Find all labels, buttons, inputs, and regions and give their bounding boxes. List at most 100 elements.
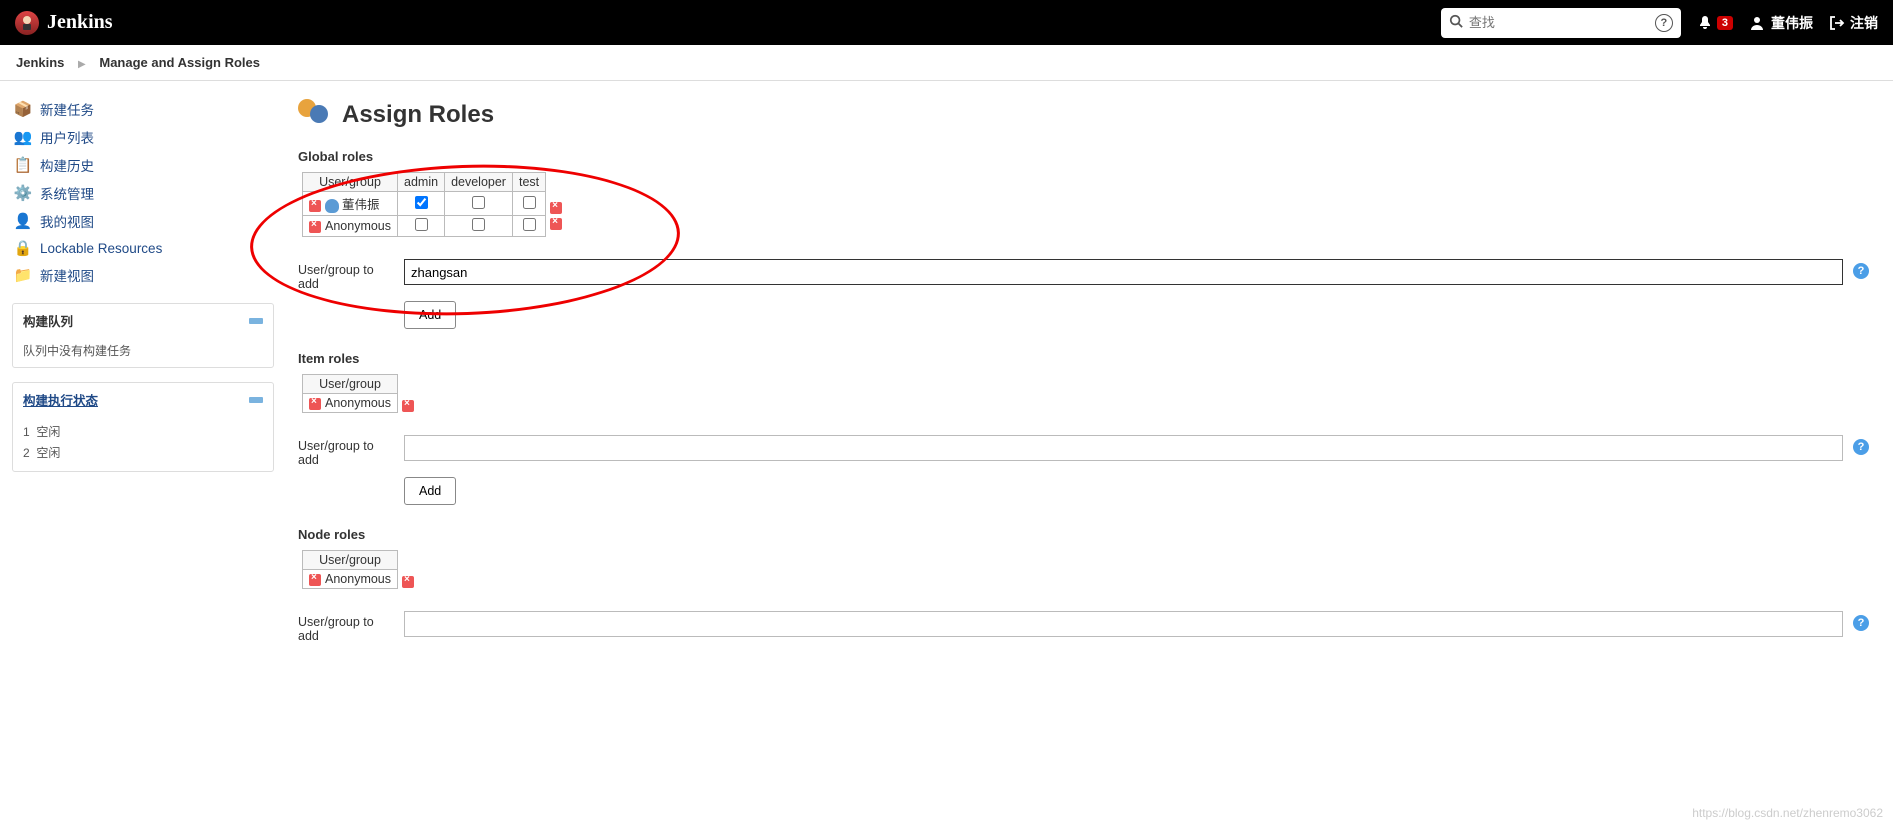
- item-add-input[interactable]: [404, 435, 1843, 461]
- build-queue-panel: 构建队列 队列中没有构建任务: [12, 303, 274, 368]
- node-roles-heading: Node roles: [298, 527, 1869, 542]
- delete-icon[interactable]: [309, 221, 321, 233]
- notifications-button[interactable]: 3: [1697, 15, 1733, 31]
- sidebar-item-label: 系统管理: [40, 183, 94, 203]
- col-usergroup: User/group: [303, 173, 398, 192]
- delete-icon[interactable]: [309, 200, 321, 212]
- add-label: User/group to add: [298, 611, 398, 643]
- node-add-input[interactable]: [404, 611, 1843, 637]
- build-queue-header[interactable]: 构建队列: [13, 304, 273, 337]
- jenkins-logo-icon: [15, 11, 39, 35]
- delete-row-icon[interactable]: [550, 202, 562, 214]
- sidebar-item-label: 构建历史: [40, 155, 94, 175]
- sidebar-item-label: 新建视图: [40, 265, 94, 285]
- delete-icon[interactable]: [309, 398, 321, 410]
- user-name: 董伟振: [342, 198, 380, 212]
- item-roles-table: User/group Anonymous: [302, 374, 398, 413]
- table-row: 董伟振: [303, 192, 546, 216]
- sidebar-item-users[interactable]: 👥 用户列表: [12, 123, 274, 151]
- user-name: Anonymous: [325, 219, 391, 233]
- collapse-icon[interactable]: [249, 397, 263, 403]
- user-icon: 👤: [14, 212, 32, 230]
- delete-row-icon[interactable]: [550, 218, 562, 230]
- logo-text: Jenkins: [47, 11, 113, 34]
- checkbox-test[interactable]: [523, 196, 536, 209]
- checkbox-developer[interactable]: [472, 196, 485, 209]
- checkbox-test[interactable]: [523, 218, 536, 231]
- delete-icon[interactable]: [309, 574, 321, 586]
- col-developer: developer: [445, 173, 513, 192]
- executor-panel: 构建执行状态 1 空闲 2 空闲: [12, 382, 274, 472]
- collapse-icon[interactable]: [249, 318, 263, 324]
- global-roles-table: User/group admin developer test 董伟振 Anon…: [302, 172, 546, 237]
- col-usergroup: User/group: [303, 375, 398, 394]
- sidebar-item-label: Lockable Resources: [40, 241, 162, 256]
- breadcrumb-manage-roles[interactable]: Manage and Assign Roles: [99, 55, 260, 70]
- logout-label: 注销: [1850, 13, 1878, 33]
- item-roles-heading: Item roles: [298, 351, 1869, 366]
- global-roles-heading: Global roles: [298, 149, 1869, 164]
- global-add-button[interactable]: Add: [404, 301, 456, 329]
- user-menu[interactable]: 董伟振: [1749, 13, 1813, 33]
- add-label: User/group to add: [298, 259, 398, 291]
- delete-row-icon[interactable]: [402, 576, 414, 588]
- people-icon: 👥: [14, 128, 32, 146]
- checkbox-admin[interactable]: [415, 218, 428, 231]
- help-icon[interactable]: ?: [1655, 14, 1673, 32]
- breadcrumb-jenkins[interactable]: Jenkins: [16, 55, 64, 70]
- table-row: Anonymous: [303, 216, 546, 237]
- sidebar-item-label: 我的视图: [40, 211, 94, 231]
- help-icon[interactable]: ?: [1853, 263, 1869, 279]
- node-roles-table: User/group Anonymous: [302, 550, 398, 589]
- search-input[interactable]: [1469, 15, 1649, 30]
- search-box[interactable]: ?: [1441, 8, 1681, 38]
- help-icon[interactable]: ?: [1853, 615, 1869, 631]
- executor-row: 2 空闲: [23, 442, 263, 463]
- folder-icon: 📁: [14, 266, 32, 284]
- item-add-button[interactable]: Add: [404, 477, 456, 505]
- logo[interactable]: Jenkins: [15, 11, 113, 35]
- table-row: Anonymous: [303, 570, 398, 589]
- node-add-row: User/group to add ?: [298, 611, 1869, 643]
- help-icon[interactable]: ?: [1853, 439, 1869, 455]
- sidebar-item-lockable[interactable]: 🔒 Lockable Resources: [12, 235, 274, 261]
- item-add-row: User/group to add ?: [298, 435, 1869, 467]
- sidebar-item-newview[interactable]: 📁 新建视图: [12, 261, 274, 289]
- global-add-row: User/group to add ?: [298, 259, 1869, 291]
- checkbox-developer[interactable]: [472, 218, 485, 231]
- user-name: Anonymous: [325, 396, 391, 410]
- col-admin: admin: [398, 173, 445, 192]
- lock-icon: 🔒: [14, 239, 32, 257]
- global-add-input[interactable]: [404, 259, 1843, 285]
- main-content: Assign Roles Global roles User/group adm…: [280, 81, 1893, 683]
- sidebar: 📦新建任务 👥 用户列表 📋 构建历史 ⚙️ 系统管理 👤 我的视图 🔒 Lockable…: [0, 81, 280, 683]
- executor-title: 构建执行状态: [23, 390, 98, 409]
- col-test: test: [512, 173, 545, 192]
- breadcrumb: Jenkins ▶ Manage and Assign Roles: [0, 45, 1893, 81]
- notification-badge: 3: [1717, 16, 1733, 30]
- table-row: Anonymous: [303, 394, 398, 413]
- executor-body: 1 空闲 2 空闲: [13, 416, 273, 471]
- col-usergroup: User/group: [303, 551, 398, 570]
- sidebar-item-history[interactable]: 📋 构建历史: [12, 151, 274, 179]
- sidebar-item-label: 用户列表: [40, 127, 94, 147]
- top-header: Jenkins ? 3 董伟振 注销: [0, 0, 1893, 45]
- add-label: User/group to add: [298, 435, 398, 467]
- assign-roles-icon: [298, 99, 330, 131]
- sidebar-item-myviews[interactable]: 👤 我的视图: [12, 207, 274, 235]
- gear-icon: ⚙️: [14, 184, 32, 202]
- executor-row: 1 空闲: [23, 421, 263, 442]
- delete-row-icon[interactable]: [402, 400, 414, 412]
- user-icon: [325, 199, 339, 213]
- build-queue-body: 队列中没有构建任务: [13, 337, 273, 367]
- breadcrumb-separator-icon: ▶: [78, 59, 86, 70]
- sidebar-item-new[interactable]: 📦新建任务: [12, 95, 274, 123]
- executor-header[interactable]: 构建执行状态: [13, 383, 273, 416]
- user-name: Anonymous: [325, 572, 391, 586]
- checkbox-admin[interactable]: [415, 196, 428, 209]
- history-icon: 📋: [14, 156, 32, 174]
- build-queue-title: 构建队列: [23, 311, 73, 330]
- logout-button[interactable]: 注销: [1829, 13, 1878, 33]
- sidebar-item-manage[interactable]: ⚙️ 系统管理: [12, 179, 274, 207]
- search-icon: [1449, 14, 1463, 31]
